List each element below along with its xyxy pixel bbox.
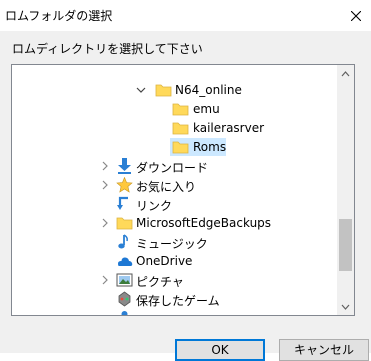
tree-item-kailerasrver[interactable]: kailerasrver bbox=[12, 119, 337, 138]
tree-item-label: ピクチャ bbox=[136, 275, 184, 289]
tree-item-label: ミュージック bbox=[136, 237, 208, 251]
tree-item-label: MicrosoftEdgeBackups bbox=[136, 216, 272, 230]
chevron-right-icon[interactable] bbox=[100, 179, 110, 191]
saved-games-icon bbox=[118, 291, 131, 307]
tree-item-label: ダウンロード bbox=[136, 161, 209, 175]
tree-item-onedrive[interactable]: OneDrive bbox=[12, 252, 337, 271]
download-arrow-icon bbox=[118, 158, 131, 174]
tree-item-pictures[interactable]: ピクチャ bbox=[12, 271, 337, 290]
tree-item-label: N64_online bbox=[175, 83, 242, 97]
chevron-right-icon[interactable] bbox=[100, 274, 110, 286]
chevron-right-icon[interactable] bbox=[100, 217, 110, 229]
folder-tree-viewport: N64_online emu kailerasrver Roms ダウンロード … bbox=[12, 65, 337, 315]
links-arrow-icon bbox=[117, 196, 128, 210]
tree-item-roms[interactable]: Roms bbox=[12, 138, 337, 157]
tree-item-microsoftedgebackups[interactable]: MicrosoftEdgeBackups bbox=[12, 214, 337, 233]
scroll-down-button[interactable] bbox=[337, 298, 354, 315]
tree-item-links[interactable]: リンク bbox=[12, 195, 337, 214]
ok-button[interactable]: OK bbox=[175, 339, 265, 361]
close-button[interactable] bbox=[341, 0, 371, 31]
scrollbar-thumb[interactable] bbox=[339, 219, 352, 271]
window-title: ロムフォルダの選択 bbox=[5, 9, 113, 23]
scroll-up-button[interactable] bbox=[337, 65, 354, 82]
tree-item-music[interactable]: ミュージック bbox=[12, 233, 337, 252]
tree-item-label: emu bbox=[193, 102, 220, 116]
folder-select-dialog: ロムフォルダの選択 ロムディレクトリを選択して下さい N64_online em… bbox=[0, 0, 371, 361]
folder-icon bbox=[172, 141, 189, 154]
tree-item-downloads[interactable]: ダウンロード bbox=[12, 157, 337, 176]
title-bar: ロムフォルダの選択 bbox=[0, 0, 371, 31]
tree-item-saved-games[interactable]: 保存したゲーム bbox=[12, 290, 337, 309]
folder-icon bbox=[172, 122, 189, 135]
tree-item-label: お気に入り bbox=[136, 180, 197, 194]
tree-item-emu[interactable]: emu bbox=[12, 100, 337, 119]
tree-item-label: 保存したゲーム bbox=[136, 294, 220, 308]
tree-item-partial[interactable] bbox=[12, 309, 337, 315]
onedrive-cloud-icon bbox=[118, 257, 133, 266]
tree-item-n64-online[interactable]: N64_online bbox=[12, 81, 337, 100]
chevron-down-icon bbox=[341, 304, 350, 310]
instruction-text: ロムディレクトリを選択して下さい bbox=[12, 42, 203, 56]
folder-icon bbox=[121, 311, 128, 315]
close-icon bbox=[351, 10, 361, 21]
cancel-button[interactable]: キャンセル bbox=[279, 339, 369, 361]
tree-item-label: リンク bbox=[136, 199, 173, 213]
chevron-up-icon bbox=[341, 70, 350, 76]
vertical-scrollbar[interactable] bbox=[337, 65, 354, 315]
folder-icon bbox=[116, 217, 133, 230]
tree-item-label: kailerasrver bbox=[193, 121, 265, 135]
pictures-icon bbox=[116, 273, 133, 287]
music-note-icon bbox=[118, 234, 128, 249]
folder-tree[interactable]: N64_online emu kailerasrver Roms ダウンロード … bbox=[11, 64, 355, 316]
folder-icon bbox=[155, 84, 172, 97]
tree-item-label: Roms bbox=[193, 140, 227, 154]
chevron-down-icon[interactable] bbox=[136, 84, 146, 96]
folder-icon bbox=[172, 103, 189, 116]
tree-item-label: OneDrive bbox=[136, 254, 193, 268]
chevron-right-icon[interactable] bbox=[100, 160, 110, 172]
favorites-star-icon bbox=[116, 177, 133, 193]
tree-item-favorites[interactable]: お気に入り bbox=[12, 176, 337, 195]
